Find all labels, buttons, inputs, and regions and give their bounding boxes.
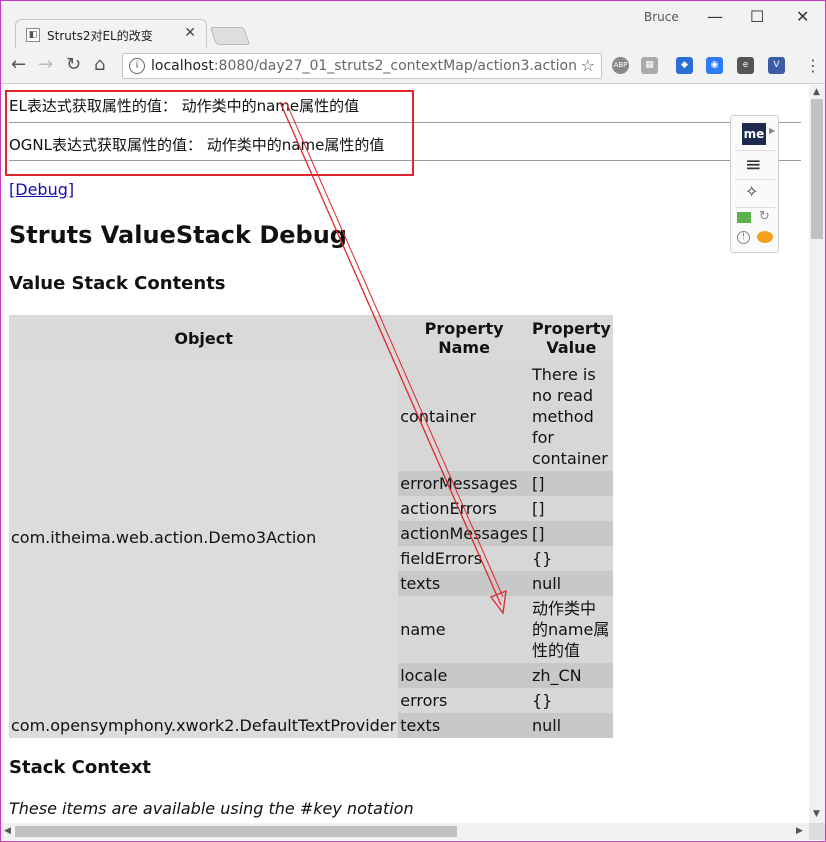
title-bar: ◧ Struts2对EL的改变 ✕ Bruce — ☐ ✕	[1, 1, 825, 49]
refresh-icon[interactable]: ↻	[759, 209, 770, 224]
scroll-down-icon[interactable]: ▼	[813, 809, 820, 819]
close-window-button[interactable]: ✕	[796, 7, 809, 26]
site-info-icon[interactable]: i	[129, 58, 145, 74]
arrow-head	[489, 589, 507, 615]
browser-toolbar: ← → ↻ ⌂ i localhost:8080/day27_01_struts…	[1, 48, 825, 84]
close-tab-icon[interactable]: ✕	[184, 25, 196, 41]
reload-icon[interactable]: ↻	[66, 54, 81, 75]
horizontal-scroll-thumb[interactable]	[15, 826, 457, 837]
divider	[735, 150, 775, 151]
vertical-scrollbar[interactable]: ▲ ▼	[809, 85, 825, 823]
bookmark-star-icon[interactable]: ☆	[581, 56, 595, 75]
home-icon[interactable]: ⌂	[94, 54, 105, 75]
scroll-up-icon[interactable]: ▲	[813, 87, 820, 97]
maximize-button[interactable]: ☐	[750, 7, 764, 26]
minimize-button[interactable]: —	[707, 7, 723, 26]
scrollbar-corner	[809, 823, 825, 840]
apps-grid-icon[interactable]: ▦	[641, 57, 658, 74]
divider	[735, 179, 775, 180]
floating-extension-panel: me ▶ ≡ ✧ ↻ !	[730, 115, 779, 253]
extension-v-icon[interactable]: V	[768, 57, 785, 74]
magic-wand-icon[interactable]: ✧	[745, 182, 758, 201]
evernote-icon[interactable]: e	[737, 57, 754, 74]
scroll-right-icon[interactable]: ▶	[796, 826, 803, 836]
info-icon[interactable]: !	[737, 231, 750, 244]
arrow-shaft	[279, 101, 502, 606]
back-arrow-icon[interactable]: ←	[11, 54, 26, 75]
address-bar[interactable]: i localhost:8080/day27_01_struts2_contex…	[122, 53, 602, 79]
browser-tab[interactable]: ◧ Struts2对EL的改变 ✕	[15, 19, 207, 49]
hamburger-menu-icon[interactable]: ≡	[745, 152, 762, 176]
arrow-shaft-edge	[285, 101, 504, 598]
tab-title: Struts2对EL的改变	[47, 29, 153, 43]
profile-name[interactable]: Bruce	[644, 10, 679, 24]
vertical-scroll-thumb[interactable]	[811, 99, 823, 239]
extension-square-icon[interactable]: ◉	[706, 57, 723, 74]
eye-icon[interactable]	[757, 231, 773, 243]
annotation-arrow	[279, 101, 507, 615]
new-tab-button[interactable]	[209, 27, 251, 45]
divider	[735, 207, 775, 208]
url-text[interactable]: localhost:8080/day27_01_struts2_contextM…	[151, 58, 577, 74]
horizontal-scrollbar[interactable]: ◀ ▶	[1, 823, 809, 840]
adblock-icon[interactable]: ABP	[612, 57, 629, 74]
me-logo[interactable]: me	[742, 123, 766, 145]
menu-dots-icon[interactable]: ⋮	[805, 56, 821, 75]
page-favicon-icon: ◧	[26, 28, 40, 42]
cast-icon[interactable]	[737, 212, 751, 223]
page-viewport: EL表达式获取属性的值： 动作类中的name属性的值 OGNL表达式获取属性的值…	[1, 85, 809, 823]
url-path: :8080/day27_01_struts2_contextMap/action…	[213, 58, 577, 74]
extension-cube-icon[interactable]: ◆	[676, 57, 693, 74]
scroll-left-icon[interactable]: ◀	[4, 826, 11, 836]
forward-arrow-icon[interactable]: →	[38, 54, 53, 75]
url-host: localhost	[151, 58, 214, 74]
panel-expand-icon[interactable]: ▶	[769, 126, 775, 135]
